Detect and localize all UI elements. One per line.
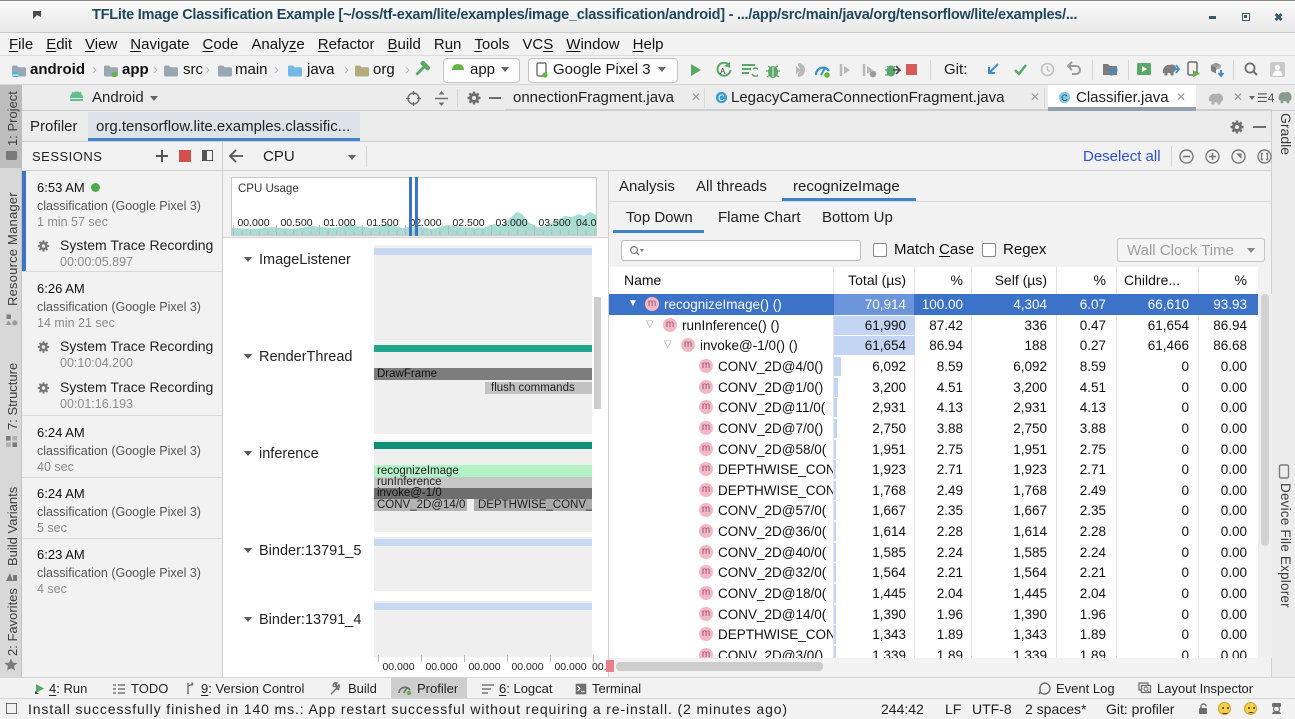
svg-text:C: C xyxy=(1061,93,1068,103)
svg-text:A: A xyxy=(720,67,726,76)
svg-text:C: C xyxy=(718,93,725,103)
